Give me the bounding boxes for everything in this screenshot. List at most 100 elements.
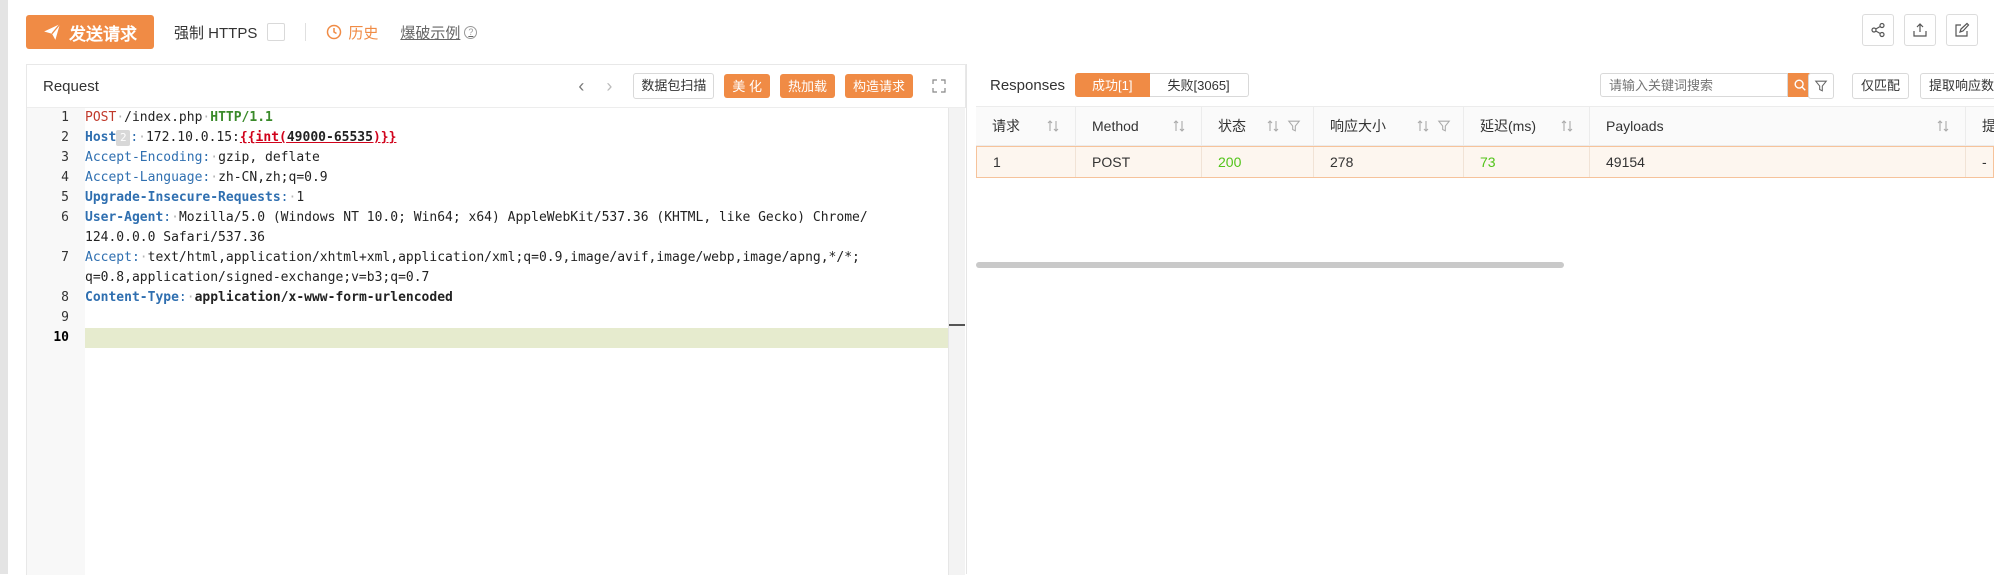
extract-response-button[interactable]: 提取响应数 (1920, 73, 1994, 99)
line-number: 7 (61, 250, 69, 265)
code-line-7-wrap: q=0.8,application/signed-exchange;v=b3;q… (85, 268, 429, 288)
responses-panel: Responses 成功[1] 失败[3065] 仅匹配 提取响应数 请求 Me… (976, 64, 1994, 574)
column-header-extract[interactable]: 提 (1966, 107, 1994, 145)
header-value: application/x-www-form-urlencoded (194, 290, 453, 305)
template-open: {{int( (239, 130, 287, 145)
header-key: Content-Type (85, 290, 179, 305)
hotload-button[interactable]: 热加载 (779, 74, 835, 98)
code-line-6-wrap: 124.0.0.0 Safari/537.36 (85, 228, 265, 248)
responses-header: Responses 成功[1] 失败[3065] 仅匹配 提取响应数 (976, 64, 1994, 106)
code-line-8: Content-Type:·application/x-www-form-url… (85, 290, 453, 305)
code-line-6: User-Agent:·Mozilla/5.0 (Windows NT 10.0… (85, 210, 868, 225)
column-header-delay[interactable]: 延迟(ms) (1464, 107, 1590, 145)
filter-icon[interactable] (1437, 119, 1451, 133)
cell-method: POST (1076, 147, 1202, 177)
top-toolbar: 发送请求 强制 HTTPS 历史 爆破示例 ? (26, 14, 478, 50)
line-number: 1 (61, 110, 69, 125)
line-number: 4 (61, 170, 69, 185)
sort-icon[interactable] (1559, 118, 1575, 134)
history-button[interactable]: 历史 (326, 22, 378, 43)
header-value: text/html,application/xhtml+xml,applicat… (147, 250, 860, 265)
share-button[interactable] (1862, 14, 1894, 46)
force-https-checkbox[interactable] (267, 23, 286, 41)
table-header: 请求 Method 状态 响应大小 延迟(ms) Payloads 提 (976, 106, 1994, 146)
header-value: 172.10.0.15: (145, 130, 240, 145)
http-version: HTTP/1.1 (210, 110, 273, 125)
column-label: 请求 (992, 118, 1020, 134)
cell-status: 200 (1202, 147, 1314, 177)
fullscreen-icon[interactable] (931, 78, 947, 94)
column-header-payloads[interactable]: Payloads (1590, 107, 1966, 145)
header-value: 1 (296, 190, 305, 205)
column-header-status[interactable]: 状态 (1202, 107, 1314, 145)
sort-icon[interactable] (1415, 118, 1431, 134)
line-number: 5 (61, 190, 69, 205)
header-key: User-Agent (85, 210, 164, 225)
request-header: Request ‹ › 数据包扫描 美 化 热加载 构造请求 (27, 65, 965, 108)
panel-divider[interactable] (966, 64, 967, 574)
filter-icon[interactable] (1287, 119, 1301, 133)
filter-icon (1814, 80, 1828, 92)
construct-request-button[interactable]: 构造请求 (844, 74, 913, 98)
send-request-label: 发送请求 (69, 24, 137, 44)
column-header-size[interactable]: 响应大小 (1314, 107, 1464, 145)
editor-scrollbar[interactable] (948, 108, 965, 575)
brute-example-link[interactable]: 爆破示例 ? (400, 22, 478, 43)
table-row[interactable]: 1 POST 200 278 73 49154 - (976, 146, 1994, 178)
column-label: 提 (1982, 118, 1994, 134)
packet-scan-button[interactable]: 数据包扫描 (633, 73, 715, 99)
header-value-continued: q=0.8,application/signed-exchange;v=b3;q… (85, 270, 430, 285)
column-header-request[interactable]: 请求 (976, 107, 1076, 145)
tab-failed[interactable]: 失败[3065] (1149, 73, 1249, 97)
cell-size: 278 (1314, 147, 1464, 177)
column-header-method[interactable]: Method (1076, 107, 1202, 145)
beautify-button[interactable]: 美 化 (724, 74, 770, 98)
chevron-left-icon[interactable]: ‹ (571, 76, 591, 97)
column-label: 响应大小 (1330, 118, 1386, 134)
header-value-continued: 124.0.0.0 Safari/537.36 (85, 230, 266, 245)
toolbar-divider (305, 23, 307, 41)
code-line-1: POST·/index.php·HTTP/1.1 (85, 110, 273, 125)
request-editor[interactable]: 1 2 3 4 5 6 7 8 9 10 POST·/index.php·HTT… (27, 108, 973, 575)
code-area[interactable]: POST·/index.php·HTTP/1.1 Host 2:·172.10.0… (85, 108, 973, 575)
line-number: 3 (61, 150, 69, 165)
tab-success[interactable]: 成功[1] (1075, 73, 1150, 97)
sort-icon[interactable] (1265, 118, 1281, 134)
line-number-gutter: 1 2 3 4 5 6 7 8 9 10 (27, 108, 85, 575)
share-icon (1871, 22, 1885, 38)
edit-button[interactable] (1946, 14, 1978, 46)
header-key: Accept-Language (85, 170, 203, 185)
responses-title: Responses (990, 76, 1066, 94)
code-line-7: Accept:·text/html,application/xhtml+xml,… (85, 250, 860, 265)
http-method: POST (85, 110, 117, 125)
edit-icon (1955, 22, 1970, 37)
column-label: Method (1092, 118, 1139, 134)
sort-icon[interactable] (1935, 118, 1951, 134)
sort-icon[interactable] (1171, 118, 1187, 134)
line-number: 8 (61, 290, 69, 305)
request-title: Request (43, 77, 99, 95)
keyword-search-input[interactable] (1600, 73, 1788, 97)
brute-example-label: 爆破示例 (400, 24, 461, 42)
request-controls: ‹ › 数据包扫描 美 化 热加载 构造请求 (571, 73, 947, 99)
match-only-button[interactable]: 仅匹配 (1852, 73, 1910, 99)
clock-icon (327, 24, 342, 40)
sort-icon[interactable] (1045, 118, 1061, 134)
column-label: Payloads (1606, 118, 1664, 134)
code-line-4: Accept-Language:·zh-CN,zh;q=0.9 (85, 170, 328, 185)
request-panel: Request ‹ › 数据包扫描 美 化 热加载 构造请求 1 2 3 4 5… (26, 64, 973, 575)
filter-button[interactable] (1808, 73, 1834, 99)
search-icon (1794, 79, 1806, 91)
header-value: zh-CN,zh;q=0.9 (218, 170, 328, 185)
result-tabs: 成功[1] 失败[3065] (1075, 73, 1249, 97)
send-request-button[interactable]: 发送请求 (26, 15, 154, 49)
history-label: 历史 (348, 24, 379, 42)
request-path: /index.php (124, 110, 203, 125)
export-button[interactable] (1904, 14, 1936, 46)
chevron-right-icon[interactable]: › (599, 76, 619, 97)
table-horizontal-scrollbar[interactable] (976, 262, 1564, 268)
top-right-actions (1862, 14, 1994, 46)
cell-extract: - (1982, 154, 1987, 170)
current-line-highlight (85, 328, 957, 348)
send-icon (44, 23, 61, 40)
